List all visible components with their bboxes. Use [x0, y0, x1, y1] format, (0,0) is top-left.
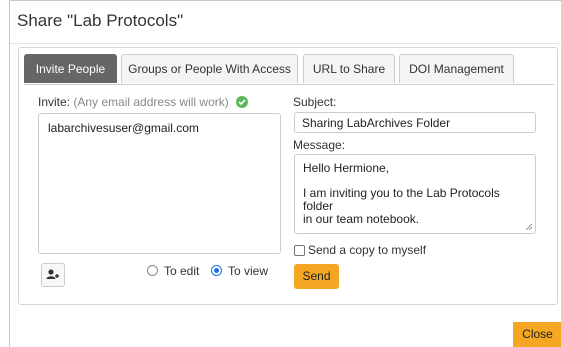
send-copy-label: Send a copy to myself — [308, 243, 427, 257]
send-copy-checkbox[interactable] — [294, 245, 305, 256]
subject-label: Subject: — [293, 95, 337, 109]
invite-hint: (Any email address will work) — [73, 95, 229, 109]
tab-doi-management[interactable]: DOI Management — [399, 54, 514, 83]
dialog-title: Share "Lab Protocols" — [17, 11, 184, 30]
subject-input[interactable]: Sharing LabArchives Folder — [294, 112, 536, 133]
subject-value: Sharing LabArchives Folder — [302, 116, 451, 130]
to-edit-radio[interactable] — [147, 265, 158, 276]
add-user-button[interactable] — [41, 263, 65, 287]
check-circle-icon — [236, 96, 249, 108]
invite-email-value: labarchivesuser@gmail.com — [48, 121, 199, 135]
title-divider — [10, 43, 561, 44]
tab-url-to-share[interactable]: URL to Share — [303, 54, 395, 83]
message-textarea[interactable]: Hello Hermione, I am inviting you to the… — [294, 154, 536, 234]
to-view-radio[interactable] — [211, 265, 222, 276]
invite-email-field[interactable]: labarchivesuser@gmail.com — [38, 113, 281, 254]
resize-grip-icon[interactable] — [525, 223, 532, 230]
message-line-1: Hello Hermione, — [303, 161, 390, 175]
close-button[interactable]: Close — [513, 322, 561, 347]
message-label: Message: — [293, 138, 346, 152]
tab-invite-people[interactable]: Invite People — [24, 54, 117, 83]
to-edit-label: To edit — [164, 264, 200, 278]
add-user-icon — [46, 269, 59, 279]
to-view-label: To view — [228, 264, 269, 278]
invite-label: Invite: — [38, 95, 71, 109]
message-line-3: in our team notebook. — [303, 212, 420, 226]
tab-groups-or-people-with-access[interactable]: Groups or People With Access — [121, 54, 298, 83]
message-line-2: I am inviting you to the Lab Protocols f… — [303, 186, 500, 213]
share-dialog: Share "Lab Protocols" Invite People Grou… — [9, 0, 561, 347]
send-button[interactable]: Send — [294, 264, 339, 289]
tab-bar: Invite People Groups or People With Acce… — [24, 54, 554, 85]
invite-label-row: Invite: (Any email address will work) — [38, 95, 249, 109]
